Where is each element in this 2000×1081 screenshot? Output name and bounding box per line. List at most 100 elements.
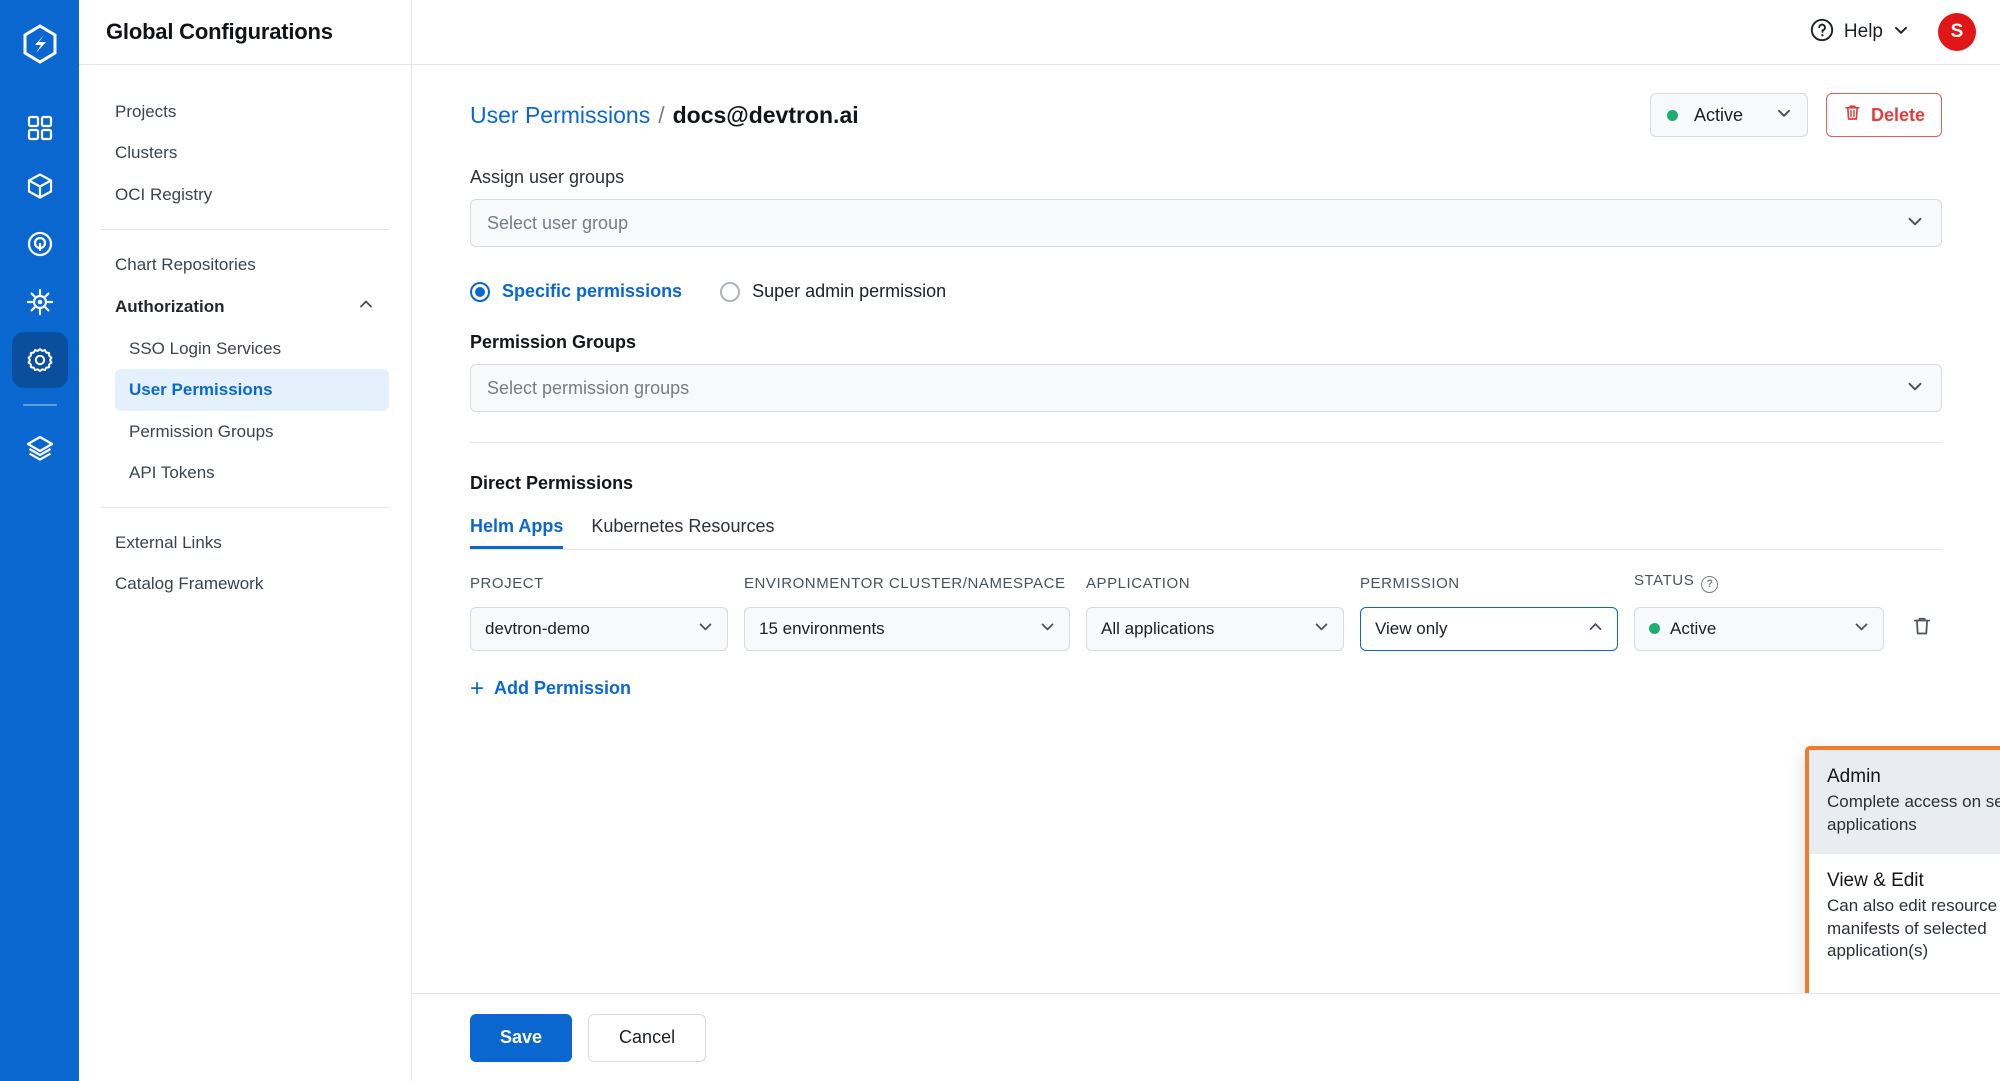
sidebar-item-permission-groups[interactable]: Permission Groups: [115, 411, 389, 452]
sidebar-subgroup-authorization: SSO Login Services User Permissions Perm…: [101, 328, 389, 493]
radio-super-admin-label: Super admin permission: [752, 281, 947, 301]
sidebar-item-api-tokens[interactable]: API Tokens: [115, 452, 389, 493]
sidebar-item-catalog-framework[interactable]: Catalog Framework: [101, 563, 389, 604]
column-header-permission: PERMISSION: [1360, 574, 1460, 592]
column-header-project: PROJECT: [470, 574, 544, 592]
breadcrumb-current: docs@devtron.ai: [672, 101, 859, 128]
status-dot-icon: [1666, 109, 1678, 121]
breadcrumb: User Permissions / docs@devtron.ai: [470, 102, 859, 129]
assign-user-groups-label: Assign user groups: [470, 167, 625, 187]
nav-header: Global Configurations: [79, 0, 411, 65]
nav-body: Projects Clusters OCI Registry Chart Rep…: [79, 65, 411, 605]
settings-nav-panel: Global Configurations Projects Clusters …: [79, 0, 412, 1081]
delete-button[interactable]: Delete: [1825, 93, 1942, 137]
menu-option-title: View & Edit: [1827, 870, 1924, 892]
content-inner: User Permissions / docs@devtron.ai Activ…: [412, 65, 2000, 701]
cube-icon: [26, 172, 54, 200]
permission-type-radio-group: Specific permissions Super admin permiss…: [470, 281, 1942, 302]
column-header-status: STATUS: [1634, 572, 1695, 589]
permissions-table-header: PROJECT ENVIRONMENTOR CLUSTER/NAMESPACE …: [470, 572, 1942, 599]
content-region: User Permissions / docs@devtron.ai Activ…: [412, 65, 2000, 1081]
section-divider: [470, 442, 1942, 443]
gear-icon: [26, 346, 54, 374]
permission-value: View only: [1375, 618, 1448, 638]
nav-divider-2: [101, 507, 389, 508]
help-button[interactable]: Help: [1803, 11, 1916, 54]
save-button[interactable]: Save: [470, 1013, 573, 1062]
sidebar-item-oci-registry[interactable]: OCI Registry: [101, 174, 389, 215]
column-header-application: APPLICATION: [1086, 574, 1191, 592]
sidebar-group-authorization[interactable]: Authorization: [101, 285, 389, 328]
permission-groups-select[interactable]: Select permission groups: [470, 364, 1942, 412]
sidebar-group-label: Authorization: [115, 296, 225, 316]
user-group-select[interactable]: Select user group: [470, 199, 1942, 247]
chevron-down-icon: [1905, 376, 1925, 401]
table-row: devtron-demo 15 environments All applica…: [470, 606, 1944, 651]
sidebar-item-external-links[interactable]: External Links: [101, 522, 389, 563]
avatar[interactable]: S: [1938, 13, 1976, 51]
menu-option-admin[interactable]: Admin Complete access on selected applic…: [1809, 750, 2000, 855]
sidebar-item-sso-login-services[interactable]: SSO Login Services: [115, 328, 389, 369]
row-status-select[interactable]: Active: [1634, 606, 1884, 651]
form-footer: Save Cancel: [412, 993, 2000, 1081]
project-select[interactable]: devtron-demo: [470, 606, 728, 651]
permission-groups-placeholder: Select permission groups: [487, 377, 690, 398]
chevron-down-icon: [1775, 104, 1793, 127]
app-root: Global Configurations Projects Clusters …: [0, 0, 2000, 1081]
delete-label: Delete: [1870, 104, 1925, 125]
rail-item-stack-manager[interactable]: [12, 420, 68, 476]
question-circle-icon[interactable]: ?: [1701, 575, 1719, 593]
application-select[interactable]: All applications: [1086, 606, 1344, 651]
top-bar: Help S: [412, 0, 2000, 65]
nav-divider-1: [101, 228, 389, 230]
menu-option-view-edit[interactable]: View & Edit Can also edit resource manif…: [1809, 854, 2000, 981]
rail-item-bulk-edit[interactable]: [12, 274, 68, 330]
project-value: devtron-demo: [485, 618, 590, 638]
sidebar-item-user-permissions[interactable]: User Permissions: [115, 369, 389, 411]
delete-row-button[interactable]: [1900, 607, 1944, 651]
tab-helm-apps[interactable]: Helm Apps: [470, 516, 564, 549]
radio-mark-icon: [470, 281, 490, 302]
status-dot-icon: [1649, 623, 1660, 634]
page-title: Global Configurations: [106, 19, 333, 44]
breadcrumb-parent-link[interactable]: User Permissions: [470, 102, 650, 129]
application-value: All applications: [1101, 618, 1215, 638]
sidebar-item-clusters[interactable]: Clusters: [101, 132, 389, 173]
plus-icon: +: [470, 674, 485, 702]
main-area: Help S User Permissions / docs@devtron.a…: [412, 0, 2000, 1081]
menu-option-desc: Can also edit resource manifests of sele…: [1827, 896, 1998, 961]
chevron-down-icon: [1852, 617, 1871, 641]
permission-select[interactable]: View only: [1360, 606, 1618, 651]
rail-item-security[interactable]: [12, 216, 68, 272]
add-permission-button[interactable]: + Add Permission: [470, 674, 632, 702]
chevron-down-icon: [1312, 617, 1331, 641]
apps-grid-icon: [27, 115, 53, 141]
user-status-select[interactable]: Active: [1649, 93, 1808, 137]
chevron-down-icon: [1892, 21, 1910, 44]
permission-groups-label: Permission Groups: [470, 332, 637, 352]
column-header-environment: ENVIRONMENTOR CLUSTER/NAMESPACE: [744, 574, 1066, 592]
direct-permissions-label: Direct Permissions: [470, 473, 634, 493]
row-status-value: Active: [1670, 618, 1717, 638]
user-group-placeholder: Select user group: [487, 212, 629, 233]
add-permission-label: Add Permission: [494, 678, 632, 698]
environment-select[interactable]: 15 environments: [744, 606, 1070, 651]
radio-super-admin-permission[interactable]: Super admin permission: [720, 281, 946, 302]
radio-specific-permissions[interactable]: Specific permissions: [470, 281, 682, 302]
target-icon: [26, 230, 54, 258]
tabs-underline: [470, 549, 1942, 550]
tab-kubernetes-resources[interactable]: Kubernetes Resources: [591, 516, 774, 549]
trash-icon: [1911, 615, 1933, 642]
chevron-up-icon: [357, 295, 375, 318]
rail-item-applications[interactable]: [12, 100, 68, 156]
rail-item-global-configurations[interactable]: [11, 332, 68, 388]
icon-rail: [0, 0, 79, 1081]
devtron-logo-icon[interactable]: [18, 22, 62, 66]
sidebar-item-chart-repositories[interactable]: Chart Repositories: [101, 244, 389, 285]
help-label: Help: [1843, 21, 1883, 42]
rail-divider: [22, 404, 57, 406]
radio-mark-icon: [720, 281, 741, 302]
rail-item-chart-store[interactable]: [12, 158, 68, 214]
cancel-button[interactable]: Cancel: [588, 1013, 707, 1062]
sidebar-item-projects[interactable]: Projects: [101, 91, 389, 132]
